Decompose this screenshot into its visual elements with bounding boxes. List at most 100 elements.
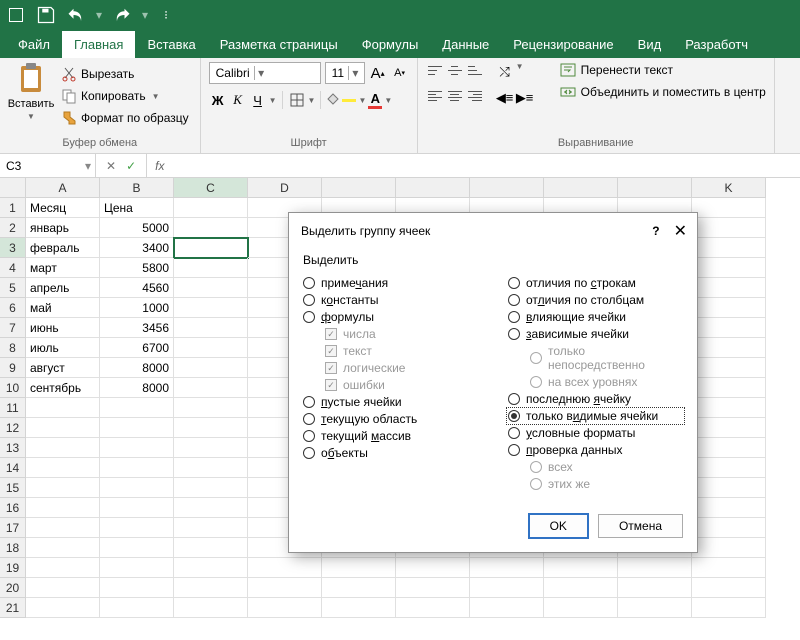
cell[interactable]: 3400 [100, 238, 174, 258]
shrink-font-button[interactable]: A▾ [391, 63, 409, 83]
cell[interactable] [174, 278, 248, 298]
cell[interactable] [322, 558, 396, 578]
cell[interactable] [26, 458, 100, 478]
cell[interactable] [26, 478, 100, 498]
bold-button[interactable]: Ж [209, 90, 227, 110]
cell[interactable] [248, 598, 322, 618]
cell[interactable] [100, 418, 174, 438]
cell[interactable] [692, 238, 766, 258]
radio-validation[interactable]: проверка данных [508, 443, 683, 457]
cell[interactable]: Месяц [26, 198, 100, 218]
save-icon[interactable] [36, 5, 56, 25]
cell[interactable] [692, 398, 766, 418]
cell[interactable] [174, 438, 248, 458]
borders-button[interactable] [288, 90, 306, 110]
dialog-close-icon[interactable]: ✕ [674, 221, 687, 241]
row-header[interactable]: 12 [0, 418, 26, 438]
cancel-button[interactable]: Отмена [598, 514, 683, 538]
cell[interactable] [692, 478, 766, 498]
radio-visible[interactable]: только видимые ячейки [508, 409, 683, 423]
cell[interactable]: сентябрь [26, 378, 100, 398]
cell[interactable]: 1000 [100, 298, 174, 318]
cell[interactable] [618, 598, 692, 618]
cell[interactable] [692, 418, 766, 438]
radio-formulas[interactable]: формулы [303, 310, 478, 324]
grow-font-button[interactable]: A▴ [369, 63, 387, 83]
cell[interactable] [174, 538, 248, 558]
row-header[interactable]: 8 [0, 338, 26, 358]
cell[interactable]: май [26, 298, 100, 318]
cell[interactable] [174, 558, 248, 578]
format-painter-button[interactable]: Формат по образцу [58, 108, 192, 128]
row-header[interactable]: 3 [0, 238, 26, 258]
cell[interactable] [322, 578, 396, 598]
cell[interactable] [100, 598, 174, 618]
cell[interactable] [26, 398, 100, 418]
radio-array[interactable]: текущий массив [303, 429, 478, 443]
cell[interactable] [618, 558, 692, 578]
cell[interactable] [100, 458, 174, 478]
ok-button[interactable]: OK [529, 514, 588, 538]
cell[interactable] [396, 578, 470, 598]
cell[interactable] [692, 538, 766, 558]
row-header[interactable]: 5 [0, 278, 26, 298]
radio-constants[interactable]: константы [303, 293, 478, 307]
row-header[interactable]: 21 [0, 598, 26, 618]
cell[interactable] [174, 198, 248, 218]
cell[interactable] [692, 438, 766, 458]
cell[interactable] [174, 478, 248, 498]
cell[interactable] [248, 558, 322, 578]
cell[interactable] [100, 518, 174, 538]
col-header[interactable]: K [692, 178, 766, 198]
cell[interactable] [26, 498, 100, 518]
row-header[interactable]: 6 [0, 298, 26, 318]
tab-file[interactable]: Файл [6, 31, 62, 58]
align-middle-button[interactable] [446, 62, 464, 78]
row-header[interactable]: 4 [0, 258, 26, 278]
radio-dependents[interactable]: зависимые ячейки [508, 327, 683, 341]
col-header[interactable]: A [26, 178, 100, 198]
row-header[interactable]: 15 [0, 478, 26, 498]
cell[interactable] [100, 438, 174, 458]
radio-blanks[interactable]: пустые ячейки [303, 395, 478, 409]
col-header[interactable] [396, 178, 470, 198]
align-bottom-button[interactable] [466, 62, 484, 78]
cell[interactable]: июнь [26, 318, 100, 338]
cell[interactable] [174, 378, 248, 398]
row-header[interactable]: 11 [0, 398, 26, 418]
cell[interactable] [174, 398, 248, 418]
cell[interactable] [396, 558, 470, 578]
orientation-button[interactable]: ⤭ [496, 62, 514, 82]
cut-button[interactable]: Вырезать [58, 64, 192, 84]
cell[interactable] [470, 578, 544, 598]
cell[interactable] [100, 398, 174, 418]
cell[interactable]: 6700 [100, 338, 174, 358]
copy-button[interactable]: Копировать▼ [58, 86, 192, 106]
col-header[interactable]: C [174, 178, 248, 198]
row-header[interactable]: 1 [0, 198, 26, 218]
col-header[interactable]: D [248, 178, 322, 198]
row-header[interactable]: 20 [0, 578, 26, 598]
tab-layout[interactable]: Разметка страницы [208, 31, 350, 58]
font-name-combo[interactable]: Calibri▾ [209, 62, 321, 84]
cell[interactable]: Цена [100, 198, 174, 218]
cell[interactable] [26, 538, 100, 558]
tab-review[interactable]: Рецензирование [501, 31, 625, 58]
decrease-indent-button[interactable]: ◀≡ [496, 88, 514, 108]
col-header[interactable] [544, 178, 618, 198]
cell[interactable] [100, 578, 174, 598]
cell[interactable] [322, 598, 396, 618]
cell[interactable] [692, 198, 766, 218]
paste-button[interactable]: Вставить ▼ [8, 62, 54, 121]
increase-indent-button[interactable]: ▶≡ [516, 88, 534, 108]
cell[interactable] [174, 218, 248, 238]
cell[interactable] [174, 238, 248, 258]
cell[interactable] [544, 558, 618, 578]
cell[interactable] [26, 418, 100, 438]
cell[interactable] [26, 518, 100, 538]
cell[interactable] [692, 338, 766, 358]
cell[interactable]: 4560 [100, 278, 174, 298]
cell[interactable] [692, 318, 766, 338]
cancel-formula-icon[interactable]: ✕ [106, 159, 116, 173]
cell[interactable]: февраль [26, 238, 100, 258]
